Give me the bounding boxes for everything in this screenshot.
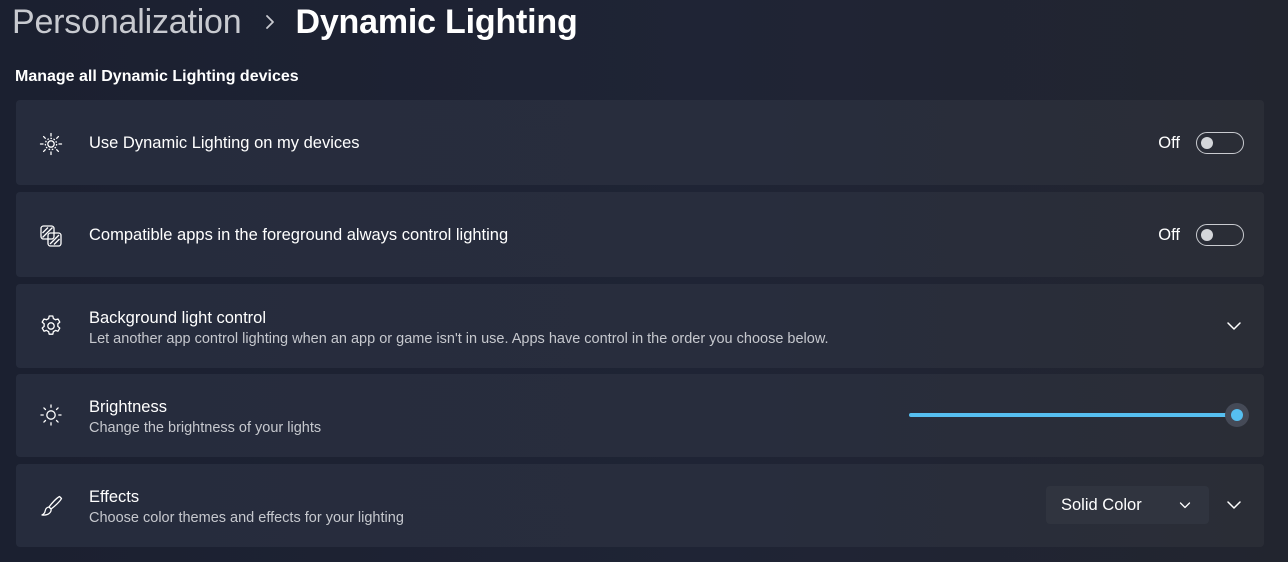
breadcrumb-chevron-right-icon	[259, 14, 281, 30]
setting-title: Compatible apps in the foreground always…	[89, 226, 509, 244]
setting-foreground-apps: Compatible apps in the foreground always…	[16, 192, 1264, 277]
setting-effects[interactable]: Effects Choose color themes and effects …	[16, 464, 1264, 547]
toggle-knob	[1201, 229, 1213, 241]
page-title: Dynamic Lighting	[295, 2, 578, 41]
chevron-down-icon	[1179, 502, 1191, 509]
setting-subtitle: Choose color themes and effects for your…	[89, 510, 404, 526]
slider-track	[909, 413, 1237, 417]
use-dynamic-lighting-toggle-wrap: Off	[1158, 132, 1244, 154]
effects-dropdown[interactable]: Solid Color	[1046, 486, 1209, 524]
dynamic-lighting-icon	[39, 132, 63, 156]
foreground-apps-toggle-wrap: Off	[1158, 224, 1244, 246]
use-dynamic-lighting-toggle[interactable]	[1196, 132, 1244, 154]
breadcrumb: Personalization Dynamic Lighting	[12, 0, 578, 44]
setting-background-light-control[interactable]: Background light control Let another app…	[16, 284, 1264, 368]
setting-subtitle: Let another app control lighting when an…	[89, 331, 829, 347]
toggle-knob	[1201, 137, 1213, 149]
brush-icon	[39, 494, 63, 518]
effects-dropdown-value: Solid Color	[1061, 496, 1142, 514]
setting-title: Background light control	[89, 309, 267, 327]
gear-icon	[39, 314, 63, 338]
setting-subtitle: Change the brightness of your lights	[89, 420, 322, 436]
effects-expand-chevron-down-icon[interactable]	[1226, 497, 1242, 513]
setting-title: Use Dynamic Lighting on my devices	[89, 134, 360, 152]
slider-thumb[interactable]	[1225, 403, 1249, 427]
breadcrumb-parent-link[interactable]: Personalization	[12, 3, 242, 42]
setting-title: Brightness	[89, 398, 167, 416]
brightness-slider[interactable]	[909, 403, 1249, 427]
toggle-state-label: Off	[1158, 133, 1180, 152]
slider-thumb-center	[1231, 409, 1243, 421]
foreground-apps-toggle[interactable]	[1196, 224, 1244, 246]
setting-use-dynamic-lighting: Use Dynamic Lighting on my devices Off	[16, 100, 1264, 185]
chevron-down-icon[interactable]	[1226, 318, 1242, 334]
foreground-apps-icon	[39, 224, 63, 248]
setting-title: Effects	[89, 488, 140, 506]
section-title: Manage all Dynamic Lighting devices	[15, 68, 299, 85]
toggle-state-label: Off	[1158, 225, 1180, 244]
brightness-icon	[39, 403, 63, 427]
setting-brightness: Brightness Change the brightness of your…	[16, 374, 1264, 457]
